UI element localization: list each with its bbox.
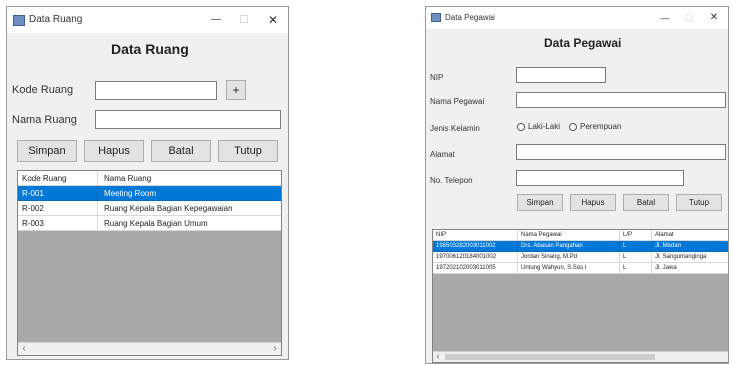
column-header-nama[interactable]: Nama Ruang bbox=[98, 171, 281, 186]
batal-button[interactable]: Batal bbox=[623, 194, 669, 211]
alamat-label: Alamat bbox=[430, 150, 455, 159]
column-header-nip[interactable]: NIP bbox=[433, 230, 518, 241]
nama-pegawai-input[interactable] bbox=[516, 92, 726, 108]
column-header-nama[interactable]: Nama Pegawai bbox=[518, 230, 620, 241]
app-icon bbox=[431, 13, 441, 22]
nama-ruang-label: Nama Ruang bbox=[12, 114, 77, 126]
table-row[interactable]: 197006120184001002 Jordan Sinang, M.Pd L… bbox=[433, 252, 728, 263]
radio-laki-laki[interactable] bbox=[517, 123, 525, 131]
table-cell: R-001 bbox=[18, 186, 98, 201]
maximize-icon[interactable]: ☐ bbox=[231, 7, 257, 33]
radio-perempuan-label: Perempuan bbox=[580, 122, 622, 131]
close-icon[interactable]: ✕ bbox=[259, 7, 287, 33]
nip-label: NIP bbox=[430, 73, 444, 82]
titlebar[interactable]: Data Pegawai — ☐ ✕ bbox=[426, 7, 728, 29]
radio-perempuan[interactable] bbox=[569, 123, 577, 131]
tutup-button[interactable]: Tutup bbox=[676, 194, 722, 211]
batal-button[interactable]: Batal bbox=[151, 140, 211, 162]
simpan-button[interactable]: Simpan bbox=[17, 140, 77, 162]
hapus-button[interactable]: Hapus bbox=[570, 194, 616, 211]
table-cell: Jl. Sangumanginga bbox=[652, 252, 728, 263]
minimize-icon[interactable]: — bbox=[654, 7, 676, 29]
table-cell: Drs. Abasan Pangahan bbox=[518, 241, 620, 252]
table-cell: R-002 bbox=[18, 201, 98, 216]
minimize-icon[interactable]: — bbox=[203, 7, 229, 33]
table-row[interactable]: R-001 Meeting Room bbox=[18, 186, 281, 201]
table-cell: R-003 bbox=[18, 216, 98, 231]
column-header-kode[interactable]: Kode Ruang bbox=[18, 171, 98, 186]
telepon-input[interactable] bbox=[516, 170, 684, 186]
window-data-ruang: Data Ruang — ☐ ✕ Data Ruang Kode Ruang +… bbox=[6, 6, 289, 360]
table-cell: 197202102003011005 bbox=[433, 263, 518, 274]
simpan-button[interactable]: Simpan bbox=[517, 194, 563, 211]
table-row[interactable]: 197202102003011005 Untung Wahyun, S.Sos.… bbox=[433, 263, 728, 274]
horizontal-scrollbar[interactable]: ‹ bbox=[433, 351, 728, 362]
table-cell: Ruang Kepala Bagian Umum bbox=[98, 216, 281, 231]
grid-header-row: NIP Nama Pegawai L/P Alamat bbox=[433, 230, 728, 241]
nip-input[interactable] bbox=[516, 67, 606, 83]
table-row[interactable]: R-002 Ruang Kepala Bagian Kepegawaian bbox=[18, 201, 281, 216]
nama-ruang-input[interactable] bbox=[95, 110, 281, 129]
page-title: Data Pegawai bbox=[544, 36, 622, 50]
table-cell: Meeting Room bbox=[98, 186, 281, 201]
pegawai-grid[interactable]: NIP Nama Pegawai L/P Alamat 198503282003… bbox=[432, 229, 728, 363]
window-data-pegawai: Data Pegawai — ☐ ✕ Data Pegawai NIP Nama… bbox=[425, 6, 729, 364]
table-cell: Untung Wahyun, S.Sos.I bbox=[518, 263, 620, 274]
horizontal-scrollbar[interactable]: ‹ › bbox=[18, 342, 281, 355]
scroll-left-icon[interactable]: ‹ bbox=[18, 343, 30, 354]
table-cell: Jl. Jawa bbox=[652, 263, 728, 274]
table-cell: L bbox=[620, 252, 652, 263]
kode-ruang-label: Kode Ruang bbox=[12, 84, 74, 96]
ruang-grid[interactable]: Kode Ruang Nama Ruang R-001 Meeting Room… bbox=[17, 170, 282, 356]
column-header-alamat[interactable]: Alamat bbox=[652, 230, 728, 241]
window-title: Data Ruang bbox=[29, 14, 83, 25]
window-title: Data Pegawai bbox=[445, 13, 495, 22]
titlebar[interactable]: Data Ruang — ☐ ✕ bbox=[7, 7, 288, 33]
radio-laki-laki-label: Laki-Laki bbox=[528, 122, 561, 131]
table-cell: 197006120184001002 bbox=[433, 252, 518, 263]
table-cell: L bbox=[620, 241, 652, 252]
nama-pegawai-label: Nama Pegawai bbox=[430, 97, 485, 106]
scroll-thumb[interactable] bbox=[445, 354, 655, 360]
telepon-label: No. Telepon bbox=[430, 176, 473, 185]
table-cell: L bbox=[620, 263, 652, 274]
table-cell: Ruang Kepala Bagian Kepegawaian bbox=[98, 201, 281, 216]
scroll-right-icon[interactable]: › bbox=[269, 343, 281, 354]
column-header-lp[interactable]: L/P bbox=[620, 230, 652, 241]
scroll-left-icon[interactable]: ‹ bbox=[433, 352, 443, 361]
table-row[interactable]: 198503282003011002 Drs. Abasan Pangahan … bbox=[433, 241, 728, 252]
tutup-button[interactable]: Tutup bbox=[218, 140, 278, 162]
table-cell: Jordan Sinang, M.Pd bbox=[518, 252, 620, 263]
alamat-input[interactable] bbox=[516, 144, 726, 160]
table-row[interactable]: R-003 Ruang Kepala Bagian Umum bbox=[18, 216, 281, 231]
table-cell: 198503282003011002 bbox=[433, 241, 518, 252]
kode-ruang-input[interactable] bbox=[95, 81, 217, 100]
hapus-button[interactable]: Hapus bbox=[84, 140, 144, 162]
maximize-icon[interactable]: ☐ bbox=[678, 7, 700, 29]
page-title: Data Ruang bbox=[111, 41, 189, 57]
plus-button[interactable]: + bbox=[226, 80, 246, 100]
jenis-kelamin-label: Jenis Kelamin bbox=[430, 124, 480, 133]
grid-header-row: Kode Ruang Nama Ruang bbox=[18, 171, 281, 186]
app-icon bbox=[13, 15, 25, 26]
table-cell: Jl. Medan bbox=[652, 241, 728, 252]
close-icon[interactable]: ✕ bbox=[702, 7, 726, 29]
